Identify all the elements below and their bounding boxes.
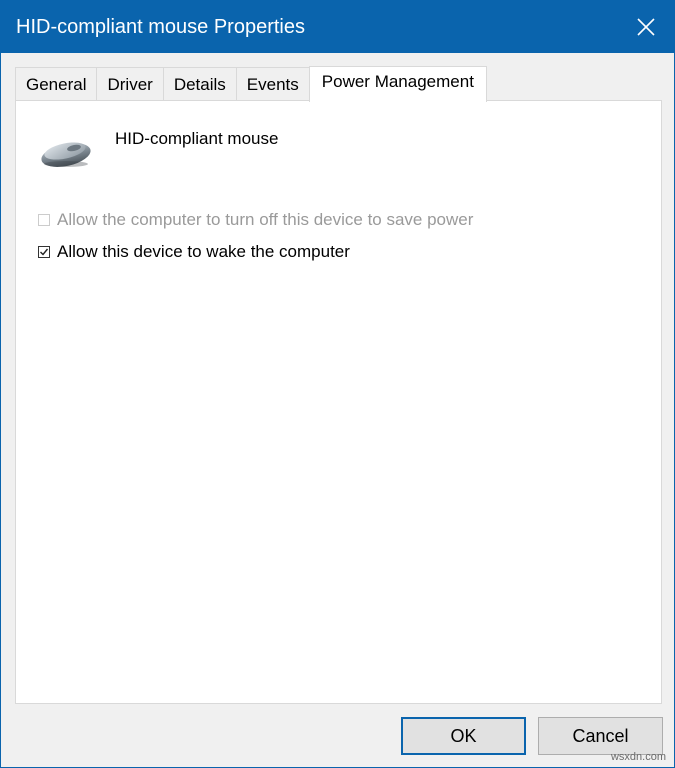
- checkmark-icon: [40, 248, 49, 256]
- close-icon: [637, 18, 655, 36]
- tab-general[interactable]: General: [15, 67, 98, 101]
- ok-button[interactable]: OK: [401, 717, 526, 755]
- allow-power-off-checkbox: [38, 214, 50, 226]
- allow-power-off-option: Allow the computer to turn off this devi…: [38, 210, 473, 230]
- title-bar[interactable]: HID-compliant mouse Properties: [1, 1, 674, 53]
- tab-power-management[interactable]: Power Management: [308, 66, 487, 102]
- tab-events[interactable]: Events: [235, 67, 310, 101]
- device-name: HID-compliant mouse: [115, 129, 279, 148]
- allow-wake-option[interactable]: Allow this device to wake the computer: [38, 242, 350, 262]
- window-title: HID-compliant mouse Properties: [16, 16, 305, 38]
- allow-wake-label[interactable]: Allow this device to wake the computer: [57, 242, 350, 262]
- tab-driver[interactable]: Driver: [96, 67, 164, 101]
- properties-dialog: HID-compliant mouse Properties General D…: [0, 0, 675, 768]
- close-button[interactable]: [618, 1, 674, 53]
- tab-details[interactable]: Details: [162, 67, 237, 101]
- power-management-panel: HID-compliant mouse Allow the computer t…: [15, 100, 662, 704]
- tab-strip: General Driver Details Events Power Mana…: [15, 66, 487, 102]
- allow-wake-checkbox[interactable]: [38, 246, 50, 258]
- mouse-icon: [38, 131, 94, 171]
- cancel-button[interactable]: Cancel: [538, 717, 663, 755]
- allow-power-off-label: Allow the computer to turn off this devi…: [57, 210, 474, 229]
- watermark: wsxdn.com: [610, 751, 666, 763]
